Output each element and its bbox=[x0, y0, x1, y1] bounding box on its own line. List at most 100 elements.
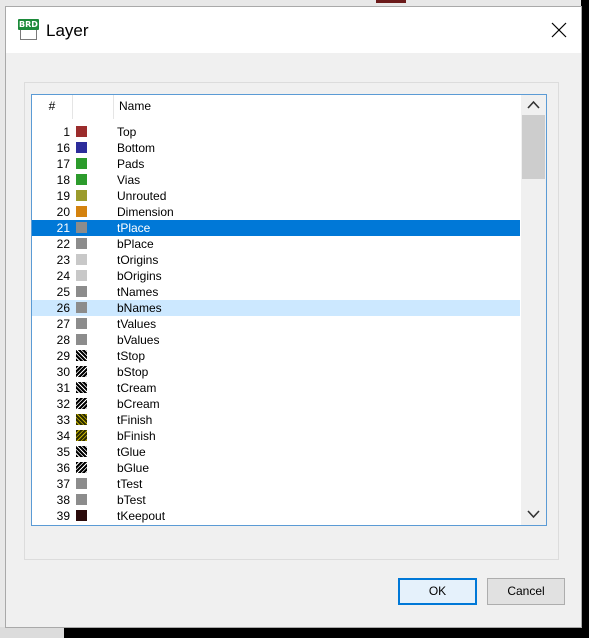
layer-row[interactable]: 26 bNames bbox=[32, 300, 520, 316]
layer-row[interactable]: 35 tGlue bbox=[32, 444, 520, 460]
dialog-title: Layer bbox=[46, 21, 89, 40]
layer-color-swatch[interactable] bbox=[76, 238, 87, 249]
scroll-up-button[interactable] bbox=[521, 95, 546, 115]
layer-row[interactable]: 23 tOrigins bbox=[32, 252, 520, 268]
layer-name: bValues bbox=[117, 333, 160, 347]
list-header: # Name bbox=[32, 95, 520, 119]
layer-color-swatch[interactable] bbox=[76, 286, 87, 297]
layer-number: 31 bbox=[56, 381, 70, 395]
layer-color-swatch[interactable] bbox=[76, 222, 87, 233]
layer-color-swatch[interactable] bbox=[76, 446, 87, 457]
layer-name: Unrouted bbox=[117, 189, 167, 203]
layer-color-swatch[interactable] bbox=[76, 190, 87, 201]
layer-color-swatch[interactable] bbox=[76, 254, 87, 265]
layer-number: 17 bbox=[56, 157, 70, 171]
layer-number: 34 bbox=[56, 429, 70, 443]
layer-name: tValues bbox=[117, 317, 157, 331]
background-app-bottom-left bbox=[0, 627, 64, 638]
brd-file-icon: BRD bbox=[18, 19, 40, 41]
layer-color-swatch[interactable] bbox=[76, 302, 87, 313]
layer-row[interactable]: 21 tPlace bbox=[32, 220, 520, 236]
layer-row[interactable]: 18 Vias bbox=[32, 172, 520, 188]
layer-name: bTest bbox=[117, 493, 146, 507]
layer-row[interactable]: 37 tTest bbox=[32, 476, 520, 492]
layer-color-swatch[interactable] bbox=[76, 142, 87, 153]
vertical-scrollbar[interactable] bbox=[521, 95, 546, 525]
layer-color-swatch[interactable] bbox=[76, 478, 87, 489]
background-board-canvas-bottom bbox=[64, 627, 589, 638]
layer-name: bStop bbox=[117, 365, 149, 379]
layer-name: bNames bbox=[117, 301, 162, 315]
layer-row[interactable]: 34 bFinish bbox=[32, 428, 520, 444]
layer-color-swatch[interactable] bbox=[76, 206, 87, 217]
title-bar[interactable]: BRD Layer bbox=[6, 7, 581, 53]
layer-color-swatch[interactable] bbox=[76, 510, 87, 521]
layer-color-swatch[interactable] bbox=[76, 430, 87, 441]
layer-row[interactable]: 1 Top bbox=[32, 124, 520, 140]
layer-row[interactable]: 24 bOrigins bbox=[32, 268, 520, 284]
layer-number: 22 bbox=[56, 237, 70, 251]
layer-row[interactable]: 39 tKeepout bbox=[32, 508, 520, 524]
layer-row[interactable]: 33 tFinish bbox=[32, 412, 520, 428]
layer-number: 1 bbox=[63, 125, 70, 139]
layer-row[interactable]: 19 Unrouted bbox=[32, 188, 520, 204]
layer-number: 36 bbox=[56, 461, 70, 475]
layer-color-swatch[interactable] bbox=[76, 158, 87, 169]
layer-row[interactable]: 17 Pads bbox=[32, 156, 520, 172]
layer-color-swatch[interactable] bbox=[76, 494, 87, 505]
layer-color-swatch[interactable] bbox=[76, 350, 87, 361]
layer-name: tGlue bbox=[117, 445, 146, 459]
layer-name: tStop bbox=[117, 349, 146, 363]
layer-color-swatch[interactable] bbox=[76, 318, 87, 329]
layer-color-swatch[interactable] bbox=[76, 382, 87, 393]
layer-number: 30 bbox=[56, 365, 70, 379]
layer-rows: 1 Top 16 Bottom 17 Pads 18 Vias 19 Unrouted 20 Dime… bbox=[32, 124, 520, 524]
layer-list[interactable]: # Name 1 Top 16 Bottom 17 Pads 18 Vias 19 Unroute… bbox=[31, 94, 547, 526]
layer-row[interactable]: 30 bStop bbox=[32, 364, 520, 380]
layer-name: tNames bbox=[117, 285, 159, 299]
layer-number: 23 bbox=[56, 253, 70, 267]
layer-row[interactable]: 27 tValues bbox=[32, 316, 520, 332]
layer-name: Vias bbox=[117, 173, 141, 187]
layer-name: bPlace bbox=[117, 237, 154, 251]
layer-number: 18 bbox=[56, 173, 70, 187]
scroll-down-button[interactable] bbox=[521, 505, 546, 525]
layer-row[interactable]: 22 bPlace bbox=[32, 236, 520, 252]
layer-row[interactable]: 29 tStop bbox=[32, 348, 520, 364]
layer-name: tCream bbox=[117, 381, 157, 395]
layer-name: bFinish bbox=[117, 429, 156, 443]
layer-name: tTest bbox=[117, 477, 143, 491]
layer-color-swatch[interactable] bbox=[76, 126, 87, 137]
layer-name: Pads bbox=[117, 157, 145, 171]
layer-name: tOrigins bbox=[117, 253, 159, 267]
layer-number: 32 bbox=[56, 397, 70, 411]
column-header-name[interactable]: Name bbox=[119, 95, 151, 117]
layer-name: Dimension bbox=[117, 205, 174, 219]
ok-button[interactable]: OK bbox=[398, 578, 477, 605]
layer-name: tFinish bbox=[117, 413, 153, 427]
layer-color-swatch[interactable] bbox=[76, 270, 87, 281]
background-board-canvas bbox=[581, 0, 589, 638]
layer-color-swatch[interactable] bbox=[76, 174, 87, 185]
layer-color-swatch[interactable] bbox=[76, 398, 87, 409]
layer-color-swatch[interactable] bbox=[76, 334, 87, 345]
layer-row[interactable]: 36 bGlue bbox=[32, 460, 520, 476]
column-header-number[interactable]: # bbox=[32, 95, 72, 117]
layer-color-swatch[interactable] bbox=[76, 414, 87, 425]
layer-row[interactable]: 16 Bottom bbox=[32, 140, 520, 156]
column-divider[interactable] bbox=[113, 95, 114, 119]
scrollbar-thumb[interactable] bbox=[522, 115, 545, 179]
layer-row[interactable]: 28 bValues bbox=[32, 332, 520, 348]
layer-row[interactable]: 20 Dimension bbox=[32, 204, 520, 220]
layer-row[interactable]: 32 bCream bbox=[32, 396, 520, 412]
layer-row[interactable]: 25 tNames bbox=[32, 284, 520, 300]
column-divider[interactable] bbox=[72, 95, 73, 119]
layer-row[interactable]: 38 bTest bbox=[32, 492, 520, 508]
layer-row[interactable]: 31 tCream bbox=[32, 380, 520, 396]
layer-number: 35 bbox=[56, 445, 70, 459]
close-button[interactable] bbox=[536, 7, 581, 53]
cancel-button[interactable]: Cancel bbox=[487, 578, 565, 605]
layer-number: 39 bbox=[56, 509, 70, 523]
layer-color-swatch[interactable] bbox=[76, 462, 87, 473]
layer-color-swatch[interactable] bbox=[76, 366, 87, 377]
